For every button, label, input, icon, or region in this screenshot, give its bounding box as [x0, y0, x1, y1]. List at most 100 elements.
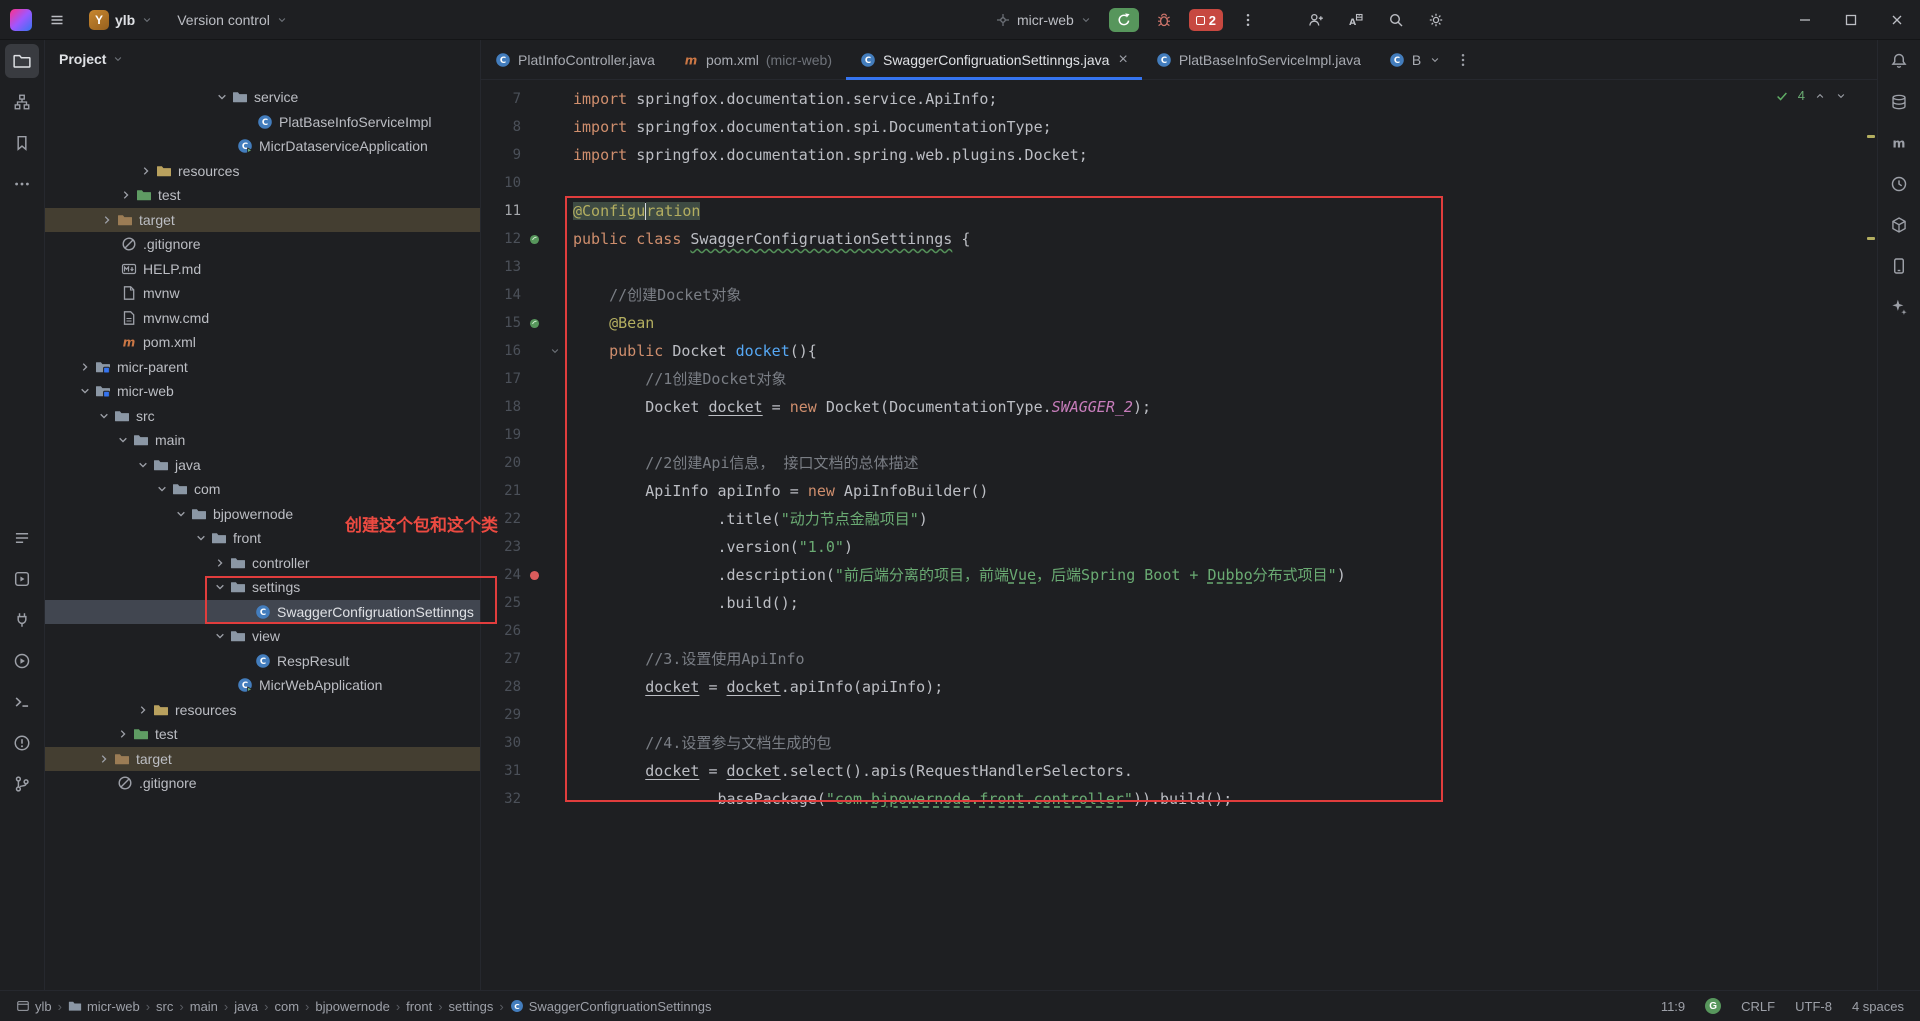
rerun-button[interactable]	[1108, 8, 1139, 32]
tree-item-mvnw[interactable]: mvnw	[45, 281, 480, 306]
code-line-29[interactable]: 29	[481, 701, 1877, 729]
tree-item-micr-parent[interactable]: micr-parent	[45, 355, 480, 380]
code-line-11[interactable]: 11 @Configuration	[481, 197, 1877, 225]
tab-swaggerconfigruationsettinngs-java[interactable]: SwaggerConfigruationSettinngs.java ×	[845, 40, 1142, 80]
settings-button[interactable]	[1421, 5, 1451, 35]
profiler-tool-button[interactable]	[1882, 167, 1916, 201]
structure-tool-button[interactable]	[5, 85, 39, 119]
terminal-tool-button[interactable]	[5, 685, 39, 719]
tree-item-view[interactable]: view	[45, 624, 480, 649]
tree-item-platbaseinfoserviceimpl[interactable]: PlatBaseInfoServiceImpl	[45, 110, 480, 135]
code-line-15[interactable]: 15 @Bean	[481, 309, 1877, 337]
tree-item-src[interactable]: src	[45, 404, 480, 429]
code-line-18[interactable]: 18 Docket docket = new Docket(Documentat…	[481, 393, 1877, 421]
tab-platbaseinfoserviceimpl-java[interactable]: PlatBaseInfoServiceImpl.java	[1142, 40, 1375, 79]
grammar-check-icon[interactable]: G	[1705, 998, 1722, 1014]
tree-item-respresult[interactable]: RespResult	[45, 649, 480, 674]
code-line-23[interactable]: 23 .version("1.0")	[481, 533, 1877, 561]
tree-item-gitignore[interactable]: .gitignore	[45, 771, 480, 796]
more-actions-button[interactable]	[1233, 5, 1263, 35]
code-line-31[interactable]: 31 docket = docket.select().apis(Request…	[481, 757, 1877, 785]
tab-options-button[interactable]	[1449, 40, 1477, 79]
tree-item-mvnw-cmd[interactable]: mvnw.cmd	[45, 306, 480, 331]
more-tool-windows-button[interactable]	[5, 167, 39, 201]
breadcrumb-src[interactable]: src	[156, 999, 173, 1014]
close-button[interactable]	[1874, 0, 1920, 40]
chevron-right-icon[interactable]	[119, 188, 133, 202]
tab-platinfocontroller-java[interactable]: PlatInfoController.java	[481, 40, 669, 79]
code-line-30[interactable]: 30 //4.设置参与文档生成的包	[481, 729, 1877, 757]
code-with-me-button[interactable]	[1301, 5, 1331, 35]
notifications-button[interactable]	[1882, 44, 1916, 78]
maven-tool-button[interactable]	[1882, 126, 1916, 160]
run-configuration-selector[interactable]: micr-web	[988, 5, 1099, 35]
close-tab-icon[interactable]: ×	[1118, 51, 1127, 69]
tree-item-controller[interactable]: controller	[45, 551, 480, 576]
tree-item-test[interactable]: test	[45, 183, 480, 208]
inspections-widget[interactable]: 4	[1775, 88, 1847, 103]
running-processes-badge[interactable]: 2	[1188, 9, 1224, 31]
code-line-25[interactable]: 25 .build();	[481, 589, 1877, 617]
code-line-20[interactable]: 20 //2创建Api信息， 接口文档的总体描述	[481, 449, 1877, 477]
translate-button[interactable]	[1341, 5, 1371, 35]
tree-item-com[interactable]: com	[45, 477, 480, 502]
code-line-32[interactable]: 32 basePackage("com.bjpowernode.front.co…	[481, 785, 1877, 813]
tree-item-java[interactable]: java	[45, 453, 480, 478]
tab-b[interactable]: B	[1375, 40, 1421, 79]
chevron-right-icon[interactable]	[213, 556, 227, 570]
line-separator[interactable]: CRLF	[1741, 999, 1775, 1014]
dependencies-tool-button[interactable]	[1882, 208, 1916, 242]
tree-item-target[interactable]: target	[45, 207, 480, 232]
spring-bean-gutter-icon[interactable]	[521, 317, 547, 330]
chevron-down-icon[interactable]	[155, 482, 169, 496]
code-line-17[interactable]: 17 //1创建Docket对象	[481, 365, 1877, 393]
code-line-10[interactable]: 10	[481, 169, 1877, 197]
project-panel-header[interactable]: Project	[45, 40, 480, 78]
chevron-down-icon[interactable]	[213, 580, 227, 594]
chevron-right-icon[interactable]	[139, 164, 153, 178]
chevron-right-icon[interactable]	[78, 360, 92, 374]
device-manager-button[interactable]	[1882, 249, 1916, 283]
code-line-7[interactable]: 7 import springfox.documentation.service.…	[481, 85, 1877, 113]
previous-issue-icon[interactable]	[1814, 90, 1826, 102]
chevron-down-icon[interactable]	[215, 90, 229, 104]
fold-chevron-icon[interactable]	[547, 345, 563, 357]
breadcrumb-com[interactable]: com	[274, 999, 299, 1014]
next-issue-icon[interactable]	[1835, 90, 1847, 102]
database-tool-button[interactable]	[1882, 85, 1916, 119]
breadcrumb-micr-web[interactable]: micr-web	[68, 999, 140, 1014]
tree-item-test[interactable]: test	[45, 722, 480, 747]
code-line-14[interactable]: 14 //创建Docket对象	[481, 281, 1877, 309]
file-encoding[interactable]: UTF-8	[1795, 999, 1832, 1014]
chevron-right-icon[interactable]	[100, 213, 114, 227]
project-tool-button[interactable]	[5, 44, 39, 78]
code-line-19[interactable]: 19	[481, 421, 1877, 449]
chevron-down-icon[interactable]	[78, 384, 92, 398]
project-selector[interactable]: Y ylb	[82, 5, 160, 35]
code-line-21[interactable]: 21 ApiInfo apiInfo = new ApiInfoBuilder(…	[481, 477, 1877, 505]
ai-assistant-button[interactable]	[1882, 290, 1916, 324]
breadcrumb-swaggerconfigruationsettinngs[interactable]: SwaggerConfigruationSettinngs	[510, 999, 712, 1014]
indent-style[interactable]: 4 spaces	[1852, 999, 1904, 1014]
tree-item-micrwebapplication[interactable]: MicrWebApplication	[45, 673, 480, 698]
editor-scrollbar[interactable]	[1864, 80, 1877, 990]
todo-tool-button[interactable]	[5, 521, 39, 555]
breadcrumb-main[interactable]: main	[190, 999, 218, 1014]
tree-item-micr-web[interactable]: micr-web	[45, 379, 480, 404]
services-tool-button[interactable]	[5, 562, 39, 596]
code-line-22[interactable]: 22 .title("动力节点金融项目")	[481, 505, 1877, 533]
tree-item-resources[interactable]: resources	[45, 159, 480, 184]
tree-item-settings[interactable]: settings	[45, 575, 480, 600]
tree-item-service[interactable]: service	[45, 85, 480, 110]
tree-item-swaggerconfigruationsettinngs[interactable]: SwaggerConfigruationSettinngs	[45, 599, 480, 624]
chevron-down-icon[interactable]	[174, 507, 188, 521]
version-control-tool-button[interactable]	[5, 767, 39, 801]
search-everywhere-button[interactable]	[1381, 5, 1411, 35]
chevron-right-icon[interactable]	[136, 703, 150, 717]
tree-item-gitignore[interactable]: .gitignore	[45, 232, 480, 257]
hidden-tabs-button[interactable]	[1421, 40, 1449, 79]
run-tool-button[interactable]	[5, 644, 39, 678]
code-line-24[interactable]: 24 .description("前后端分离的项目，前端Vue，后端Spring…	[481, 561, 1877, 589]
code-line-16[interactable]: 16 public Docket docket(){	[481, 337, 1877, 365]
code-line-27[interactable]: 27 //3.设置使用ApiInfo	[481, 645, 1877, 673]
